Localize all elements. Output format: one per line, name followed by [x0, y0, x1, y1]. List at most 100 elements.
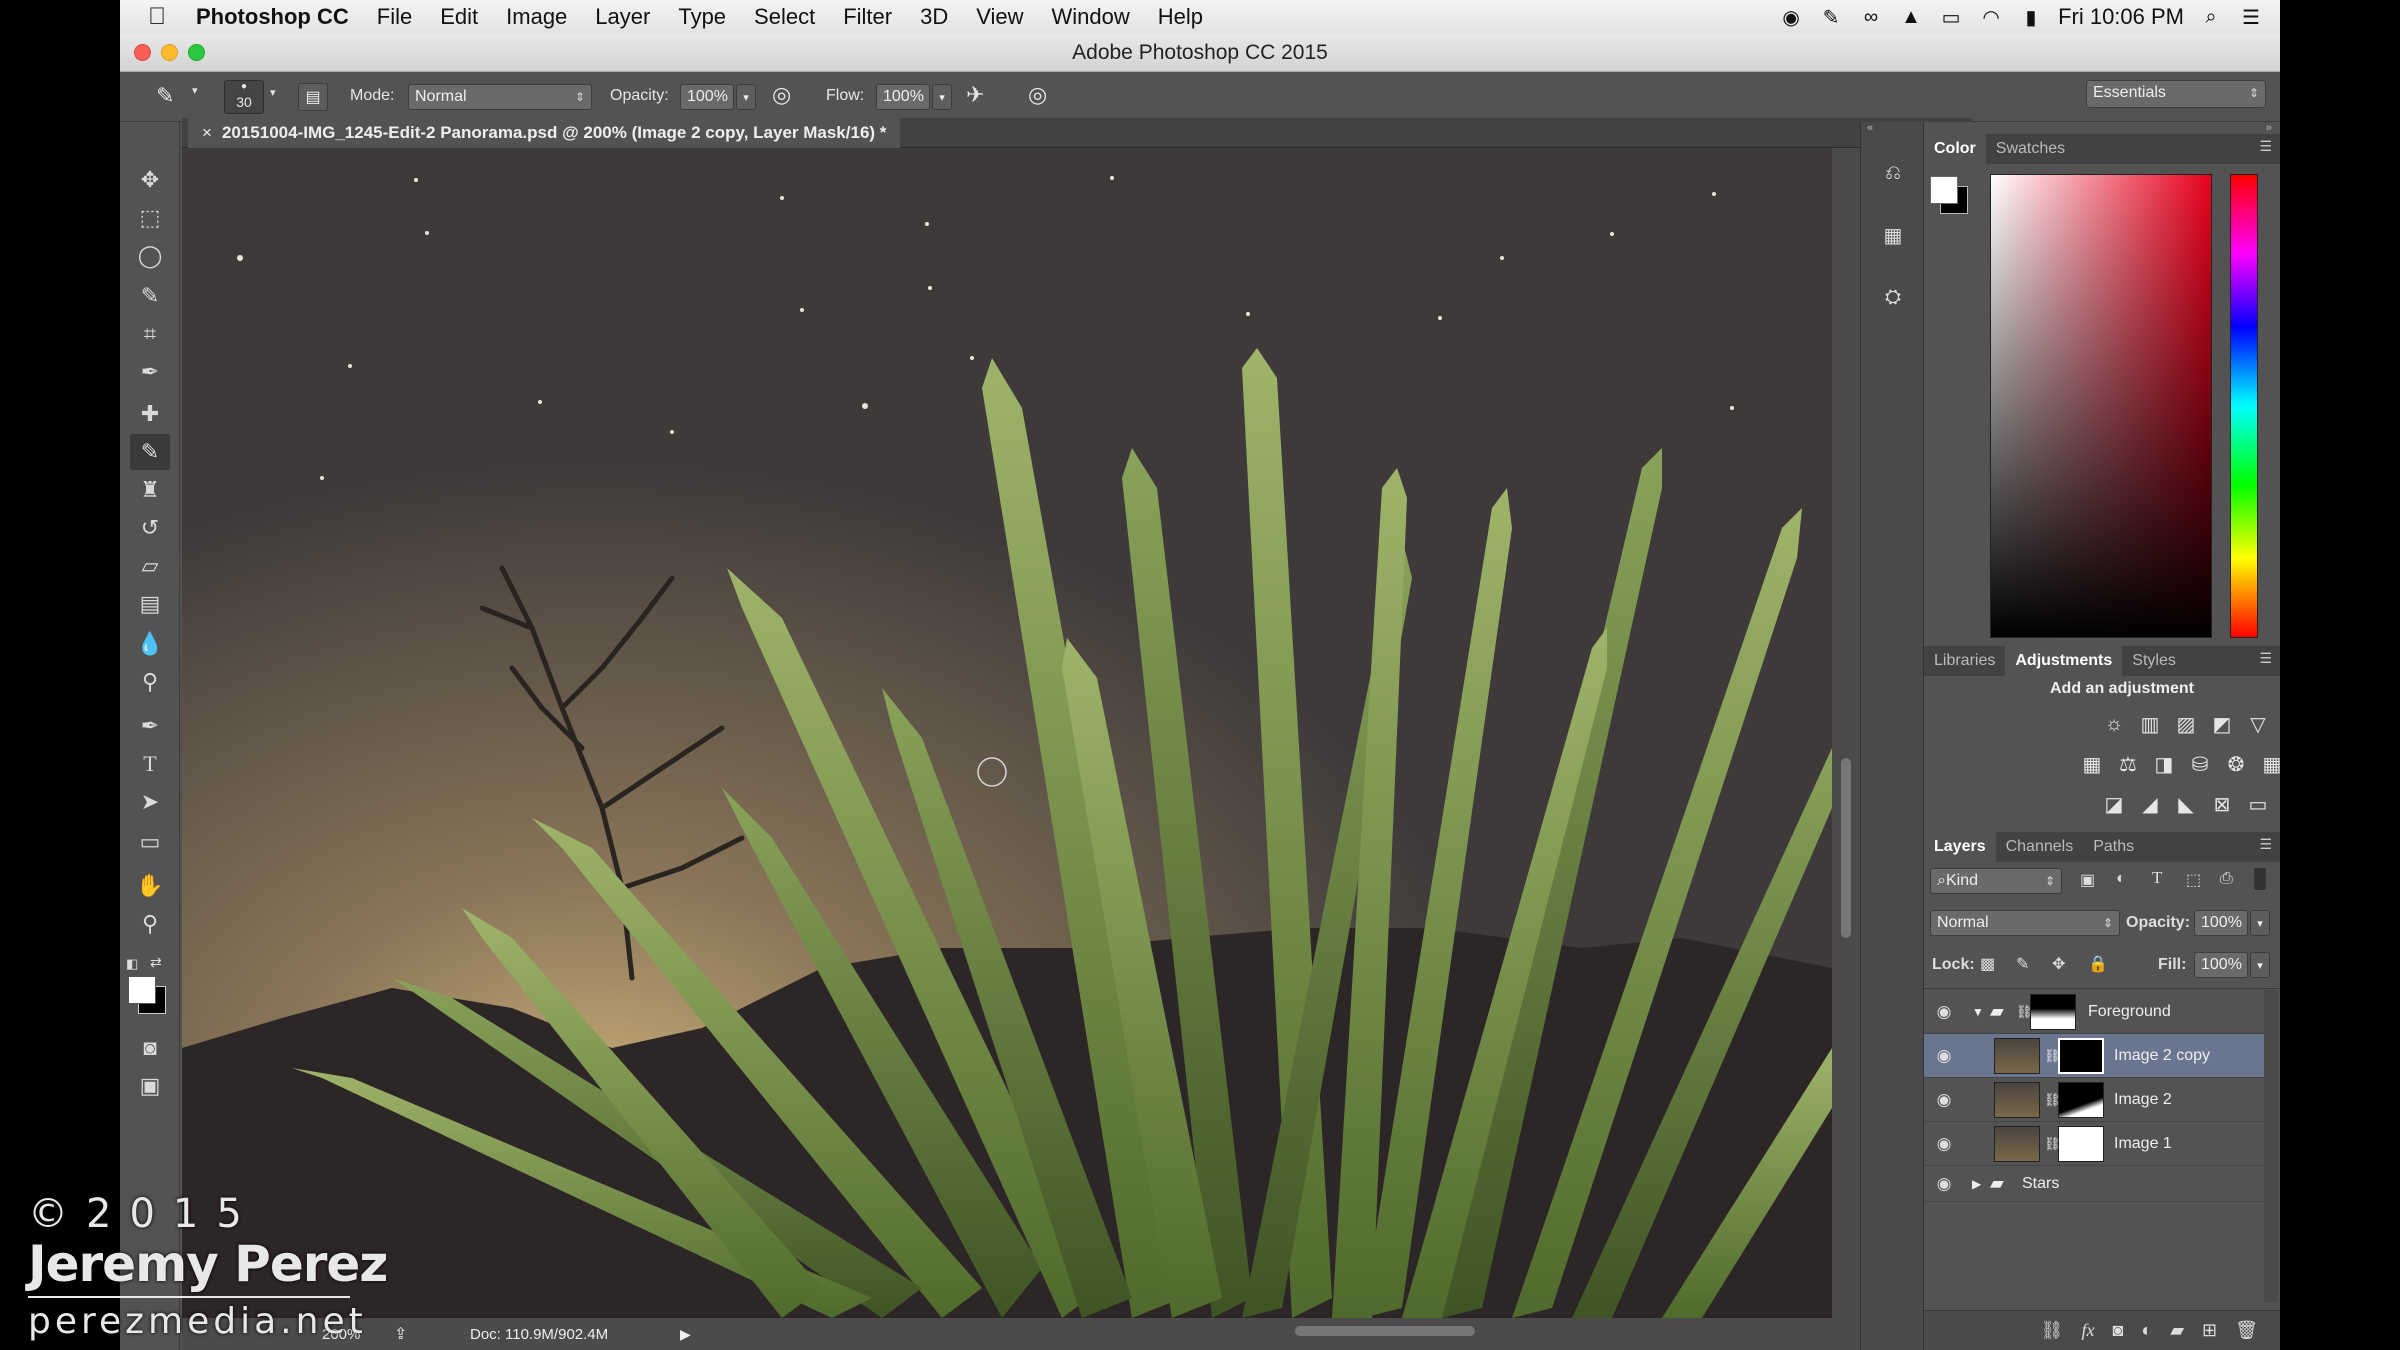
new-layer-icon[interactable]: ⊞	[2202, 1320, 2217, 1341]
selective-color-icon[interactable]: ⊠	[2208, 790, 2236, 818]
layer-group-stars[interactable]: ◉ ▶ ▰ Stars	[1924, 1166, 2264, 1202]
default-colors-icon[interactable]: ◧	[126, 956, 138, 972]
apple-icon[interactable]: 	[120, 3, 182, 31]
lasso-tool-icon[interactable]: ◯	[130, 238, 170, 274]
visibility-eye-icon[interactable]: ◉	[1930, 1042, 1958, 1070]
vibrance-icon[interactable]: ▽	[2244, 710, 2272, 738]
layer-filter-select[interactable]: ⌕Kind ⇕	[1930, 868, 2062, 894]
horizontal-scroll-thumb[interactable]	[1295, 1326, 1475, 1336]
filter-pixel-icon[interactable]: ▣	[2080, 870, 2095, 890]
menu-clock[interactable]: Fri 10:06 PM	[2058, 4, 2184, 30]
properties-panel-icon[interactable]: ▦	[1875, 218, 1911, 252]
pressure-opacity-icon[interactable]: ◎	[772, 82, 791, 108]
tool-preset-dropdown-icon[interactable]: ▾	[192, 84, 198, 97]
flow-input[interactable]: 100%	[876, 84, 930, 110]
document-canvas[interactable]	[182, 148, 1832, 1318]
color-field[interactable]	[1990, 174, 2212, 638]
clone-stamp-tool-icon[interactable]: ♜	[130, 472, 170, 508]
screen-mode-icon[interactable]: ▣	[130, 1068, 170, 1104]
flow-slider-toggle[interactable]: ▾	[932, 84, 952, 110]
filter-shape-icon[interactable]: ⬚	[2186, 870, 2201, 890]
spotlight-search-icon[interactable]: ⌕	[2198, 6, 2224, 28]
threshold-icon[interactable]: ◣	[2172, 790, 2200, 818]
color-lookup-icon[interactable]: ▦	[2258, 750, 2280, 778]
lock-all-icon[interactable]: 🔒	[2088, 954, 2108, 974]
hue-saturation-icon[interactable]: ▦	[2078, 750, 2106, 778]
mode-select[interactable]: Normal ⇕	[408, 84, 592, 110]
add-mask-icon[interactable]: ◙	[2112, 1320, 2123, 1341]
battery-icon[interactable]: ▮	[2018, 6, 2044, 29]
lock-position-icon[interactable]: ✥	[2052, 954, 2065, 974]
posterize-icon[interactable]: ◢	[2136, 790, 2164, 818]
brush-panel-toggle-icon[interactable]: ▤	[298, 83, 328, 111]
panel-menu-icon[interactable]: ☰	[2259, 836, 2272, 853]
zoom-tool-icon[interactable]: ⚲	[130, 906, 170, 942]
new-adjustment-layer-icon[interactable]: ◐	[2141, 1320, 2152, 1341]
hand-tool-icon[interactable]: ✋	[130, 868, 170, 904]
group-expanded-chevron-icon[interactable]: ▼	[1972, 1005, 1984, 1019]
tab-paths[interactable]: Paths	[2083, 832, 2144, 862]
brush-tool-icon[interactable]: ✎	[130, 434, 170, 470]
collapse-dock-icon[interactable]: «	[1861, 122, 1925, 138]
link-layers-icon[interactable]: ⛓	[2041, 1320, 2064, 1341]
brush-preset-picker[interactable]: ● 30	[224, 80, 264, 114]
layers-scrollbar[interactable]	[2264, 990, 2278, 1302]
document-tab[interactable]: × 20151004-IMG_1245-Edit-2 Panorama.psd @…	[188, 118, 901, 148]
eraser-tool-icon[interactable]: ▱	[130, 548, 170, 584]
filter-toggle-switch[interactable]	[2254, 868, 2266, 890]
panel-menu-icon[interactable]: ☰	[2259, 138, 2272, 155]
visibility-eye-icon[interactable]: ◉	[1930, 1086, 1958, 1114]
group-collapsed-chevron-icon[interactable]: ▶	[1972, 1177, 1981, 1191]
crop-tool-icon[interactable]: ⌗	[130, 316, 170, 352]
expand-panels-icon[interactable]: »	[1924, 122, 2280, 134]
layer-fill-input[interactable]: 100%	[2194, 952, 2248, 978]
quick-mask-icon[interactable]: ◙	[130, 1030, 170, 1066]
tab-color[interactable]: Color	[1924, 134, 1986, 164]
group-mask-thumbnail[interactable]	[2030, 994, 2076, 1030]
brush-preset-dropdown-icon[interactable]: ▾	[270, 86, 276, 99]
channel-mixer-icon[interactable]: ❂	[2222, 750, 2250, 778]
layer-group-foreground[interactable]: ◉ ▼ ▰ ⛓ Foreground	[1924, 990, 2264, 1034]
visibility-eye-icon[interactable]: ◉	[1930, 998, 1958, 1026]
layer-mask-thumbnail[interactable]	[2058, 1126, 2104, 1162]
marquee-tool-icon[interactable]: ⬚	[130, 200, 170, 236]
trash-icon[interactable]: 🗑	[2235, 1320, 2258, 1341]
type-tool-icon[interactable]: T	[130, 746, 170, 782]
exposure-icon[interactable]: ◩	[2208, 710, 2236, 738]
tab-layers[interactable]: Layers	[1924, 832, 1996, 862]
swap-colors-icon[interactable]: ⇄	[150, 954, 162, 971]
close-window-button[interactable]	[134, 44, 151, 61]
menu-app-name[interactable]: Photoshop CC	[182, 4, 363, 30]
lock-transparent-icon[interactable]: ▩	[1980, 954, 1995, 974]
invert-icon[interactable]: ◪	[2100, 790, 2128, 818]
levels-icon[interactable]: ▥	[2136, 710, 2164, 738]
record-icon[interactable]: ◉	[1778, 6, 1804, 29]
airbrush-icon[interactable]: ✈	[966, 82, 984, 108]
panel-menu-icon[interactable]: ☰	[2259, 650, 2272, 667]
pressure-size-icon[interactable]: ◎	[1028, 82, 1047, 108]
pen-tool-icon[interactable]: ✒	[130, 708, 170, 744]
photo-filter-icon[interactable]: ⛁	[2186, 750, 2214, 778]
gradient-tool-icon[interactable]: ▤	[130, 586, 170, 622]
tab-swatches[interactable]: Swatches	[1986, 134, 2075, 164]
menu-image[interactable]: Image	[492, 4, 581, 30]
workspace-switcher[interactable]: Essentials ⇕	[2086, 80, 2266, 108]
path-selection-tool-icon[interactable]: ➤	[130, 784, 170, 820]
blur-tool-icon[interactable]: 💧	[130, 626, 170, 662]
vertical-scrollbar[interactable]	[1832, 148, 1860, 1318]
menu-file[interactable]: File	[363, 4, 426, 30]
close-tab-icon[interactable]: ×	[202, 123, 212, 142]
layer-opacity-input[interactable]: 100%	[2194, 910, 2248, 936]
menu-help[interactable]: Help	[1144, 4, 1217, 30]
airplay-icon[interactable]: ▭	[1938, 6, 1964, 29]
tab-adjustments[interactable]: Adjustments	[2005, 646, 2123, 676]
menu-3d[interactable]: 3D	[906, 4, 962, 30]
menu-select[interactable]: Select	[740, 4, 829, 30]
filter-smart-object-icon[interactable]: ⎙	[2220, 870, 2233, 888]
healing-brush-tool-icon[interactable]: ✚	[130, 396, 170, 432]
color-panel-fg-swatch[interactable]	[1930, 176, 1958, 204]
tab-libraries[interactable]: Libraries	[1924, 646, 2005, 676]
menu-edit[interactable]: Edit	[426, 4, 492, 30]
layer-opacity-slider-toggle[interactable]: ▾	[2250, 910, 2270, 936]
curves-icon[interactable]: ▨	[2172, 710, 2200, 738]
